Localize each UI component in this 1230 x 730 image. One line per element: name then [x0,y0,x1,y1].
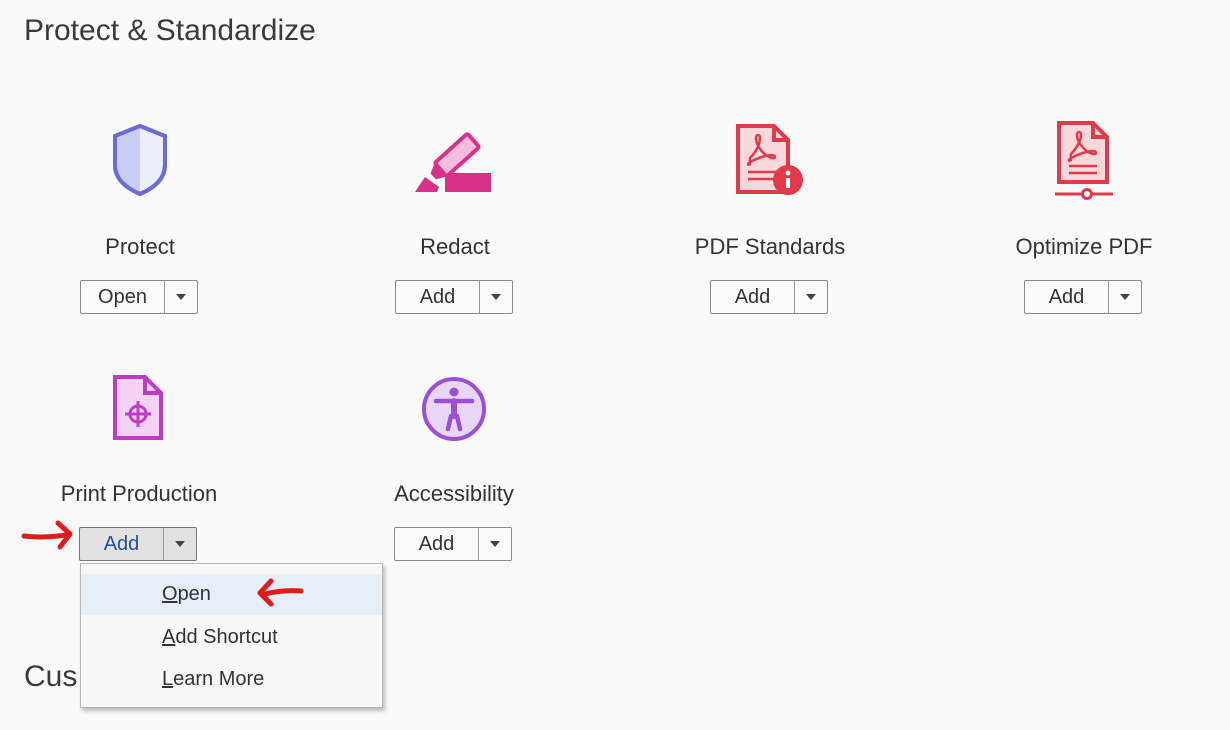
accessibility-icon[interactable] [414,367,494,447]
dropdown-arrow-button[interactable] [479,528,511,560]
add-split-button: Add [394,527,512,561]
tool-label: Accessibility [394,481,514,506]
tool-context-menu: Open Add Shortcut Learn More [80,563,383,708]
caret-down-icon [491,294,501,300]
menu-item-accesskey: A [162,626,176,648]
arrow-left-annotation-icon [257,578,304,607]
add-button[interactable]: Add [1025,281,1109,313]
add-split-button: Add [395,280,513,314]
add-split-button: Add [79,527,197,561]
section-title: Protect & Standardize [24,14,316,47]
add-split-button: Add [1024,280,1142,314]
dropdown-arrow-button[interactable] [1109,281,1141,313]
tool-pdf-standards: PDF Standards Add [650,120,890,320]
add-button[interactable]: Add [80,528,164,560]
tool-optimize-pdf: Optimize PDF Add [964,120,1204,320]
dropdown-arrow-button[interactable] [795,281,827,313]
menu-item-accesskey: O [162,583,178,605]
menu-item-label: earn More [173,668,265,690]
tool-label: PDF Standards [694,234,846,259]
caret-down-icon [1120,294,1130,300]
redact-marker-icon[interactable] [415,120,495,200]
tool-protect: Protect Open [20,120,260,320]
dropdown-arrow-button[interactable] [480,281,512,313]
tool-label: Print Production [60,481,218,506]
menu-item-accesskey: L [162,668,174,690]
open-split-button: Open [80,280,198,314]
tool-accessibility: Accessibility Add [334,367,574,567]
dropdown-arrow-button[interactable] [165,281,197,313]
menu-item-label: pen [177,583,211,605]
menu-item-label: dd Shortcut [175,626,278,648]
caret-down-icon [806,294,816,300]
dropdown-arrow-button[interactable] [164,528,196,560]
add-button[interactable]: Add [395,528,479,560]
add-button[interactable]: Add [396,281,480,313]
add-button[interactable]: Add [711,281,795,313]
caret-down-icon [176,294,186,300]
pdf-standards-icon[interactable] [730,120,810,200]
open-button[interactable]: Open [81,281,165,313]
section-title: Cus [24,660,78,693]
tool-label: Optimize PDF [1015,234,1153,259]
tool-label: Redact [420,234,490,259]
tool-label: Protect [105,234,175,259]
optimize-pdf-icon[interactable] [1044,120,1124,200]
caret-down-icon [490,541,500,547]
tool-redact: Redact Add [335,120,575,320]
menu-item-learn-more[interactable]: Learn More [81,659,382,700]
print-production-icon[interactable] [99,367,179,447]
caret-down-icon [175,541,185,547]
shield-icon[interactable] [100,120,180,200]
menu-item-add-shortcut[interactable]: Add Shortcut [81,617,382,658]
add-split-button: Add [710,280,828,314]
menu-item-open[interactable]: Open [81,574,382,615]
arrow-right-annotation-icon [21,520,73,550]
